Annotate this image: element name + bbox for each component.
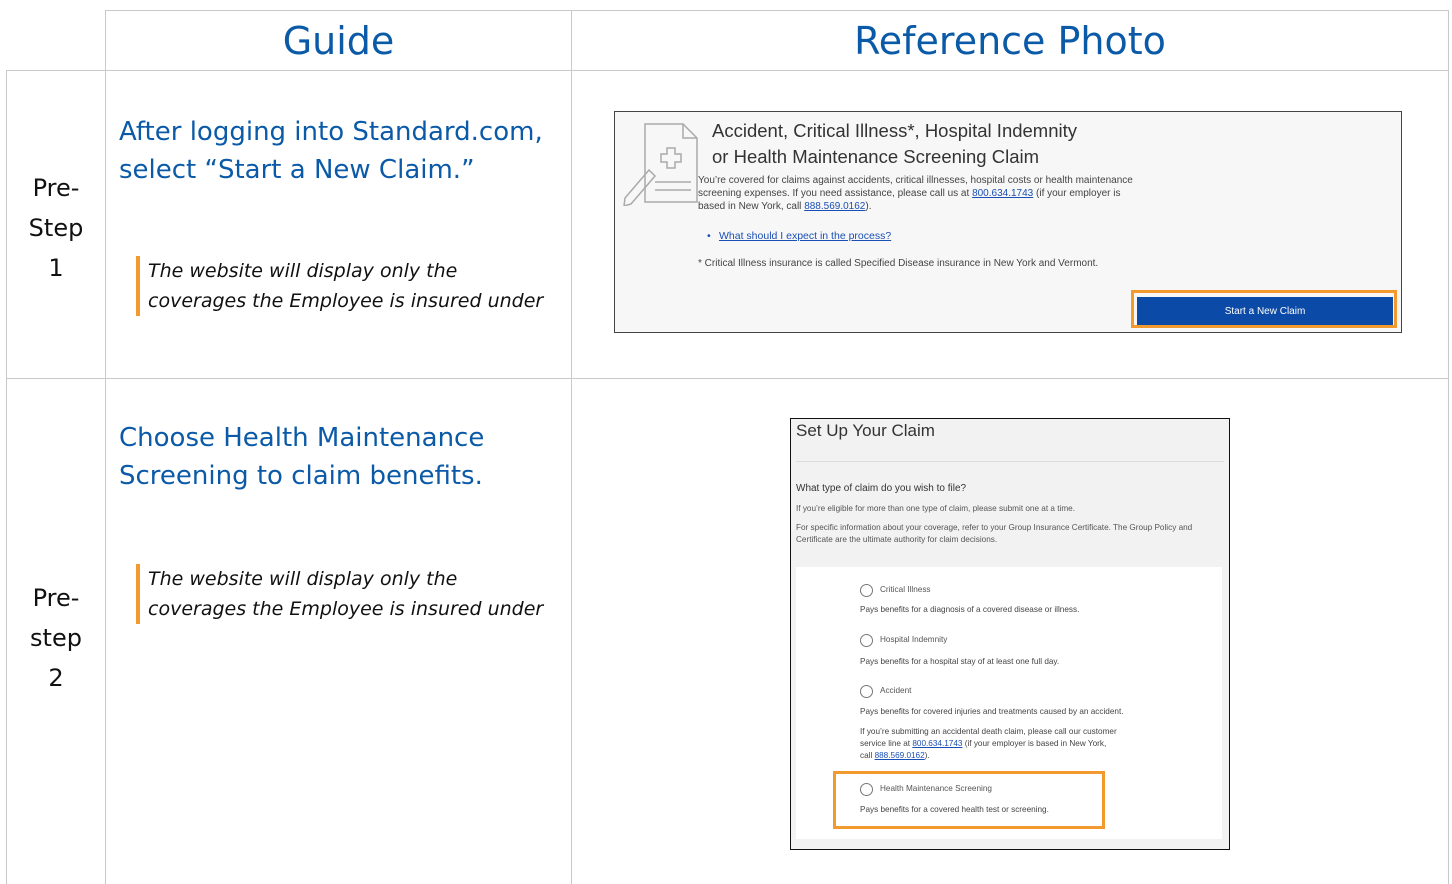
claim-card-description: You’re covered for claims against accide… bbox=[698, 175, 1133, 212]
table-border-left bbox=[6, 70, 7, 884]
header-reference-photo: Reference Photo bbox=[854, 19, 1166, 63]
bullet-icon: • bbox=[707, 230, 711, 242]
highlight-box-start-claim bbox=[1131, 290, 1397, 328]
setup-claim-title: Set Up Your Claim bbox=[796, 421, 935, 440]
guide-title-step-2: Choose Health Maintenance Screening to c… bbox=[119, 423, 485, 491]
reference-photo-setup-claim: Set Up Your Claim What type of claim do … bbox=[790, 418, 1230, 850]
table-border-header bbox=[6, 70, 1449, 71]
step-label-pre-step-1: Pre- Step 1 bbox=[28, 174, 84, 282]
claim-info-1: If you’re eligible for more than one typ… bbox=[796, 504, 1075, 513]
guide-title-step-1: After logging into Standard.com, select … bbox=[119, 117, 543, 185]
process-expectation-link[interactable]: What should I expect in the process? bbox=[719, 230, 891, 242]
table-border-row1 bbox=[6, 378, 1449, 379]
option-desc: Pays benefits for a diagnosis of a cover… bbox=[860, 605, 1080, 614]
reference-photo-claim-card: Accident, Critical Illness*, Hospital In… bbox=[614, 111, 1402, 333]
phone-link-2[interactable]: 888.569.0162 bbox=[875, 751, 925, 760]
step-label-pre-step-2: Pre- step 2 bbox=[30, 584, 82, 692]
option-desc: Pays benefits for a hospital stay of at … bbox=[860, 657, 1060, 666]
claim-document-icon bbox=[623, 123, 698, 206]
header-guide: Guide bbox=[282, 19, 395, 63]
radio-critical-illness[interactable] bbox=[860, 584, 873, 597]
phone-link-1[interactable]: 800.634.1743 bbox=[972, 188, 1033, 199]
guide-note-step-1: The website will display only the covera… bbox=[136, 256, 568, 316]
guide-note-step-2: The website will display only the covera… bbox=[136, 564, 568, 624]
radio-accident[interactable] bbox=[860, 685, 873, 698]
highlight-box-health-screening bbox=[833, 771, 1105, 829]
option-desc: Pays benefits for covered injuries and t… bbox=[860, 707, 1124, 716]
accident-extra-info: If you’re submitting an accidental death… bbox=[860, 727, 1117, 760]
claim-info-2: For specific information about your cove… bbox=[796, 523, 1193, 544]
setup-divider bbox=[796, 461, 1224, 462]
phone-link-1[interactable]: 800.634.1743 bbox=[912, 739, 962, 748]
claim-type-question: What type of claim do you wish to file? bbox=[796, 483, 967, 494]
phone-link-2[interactable]: 888.569.0162 bbox=[804, 201, 865, 212]
radio-hospital-indemnity[interactable] bbox=[860, 634, 873, 647]
claim-card-footnote: * Critical Illness insurance is called S… bbox=[698, 258, 1099, 269]
table-border-right bbox=[1448, 10, 1449, 884]
table-border-top bbox=[105, 10, 1449, 11]
claim-card-title: Accident, Critical Illness*, Hospital In… bbox=[712, 120, 1078, 167]
table-border-col1 bbox=[105, 10, 106, 884]
table-border-col2 bbox=[571, 10, 572, 884]
